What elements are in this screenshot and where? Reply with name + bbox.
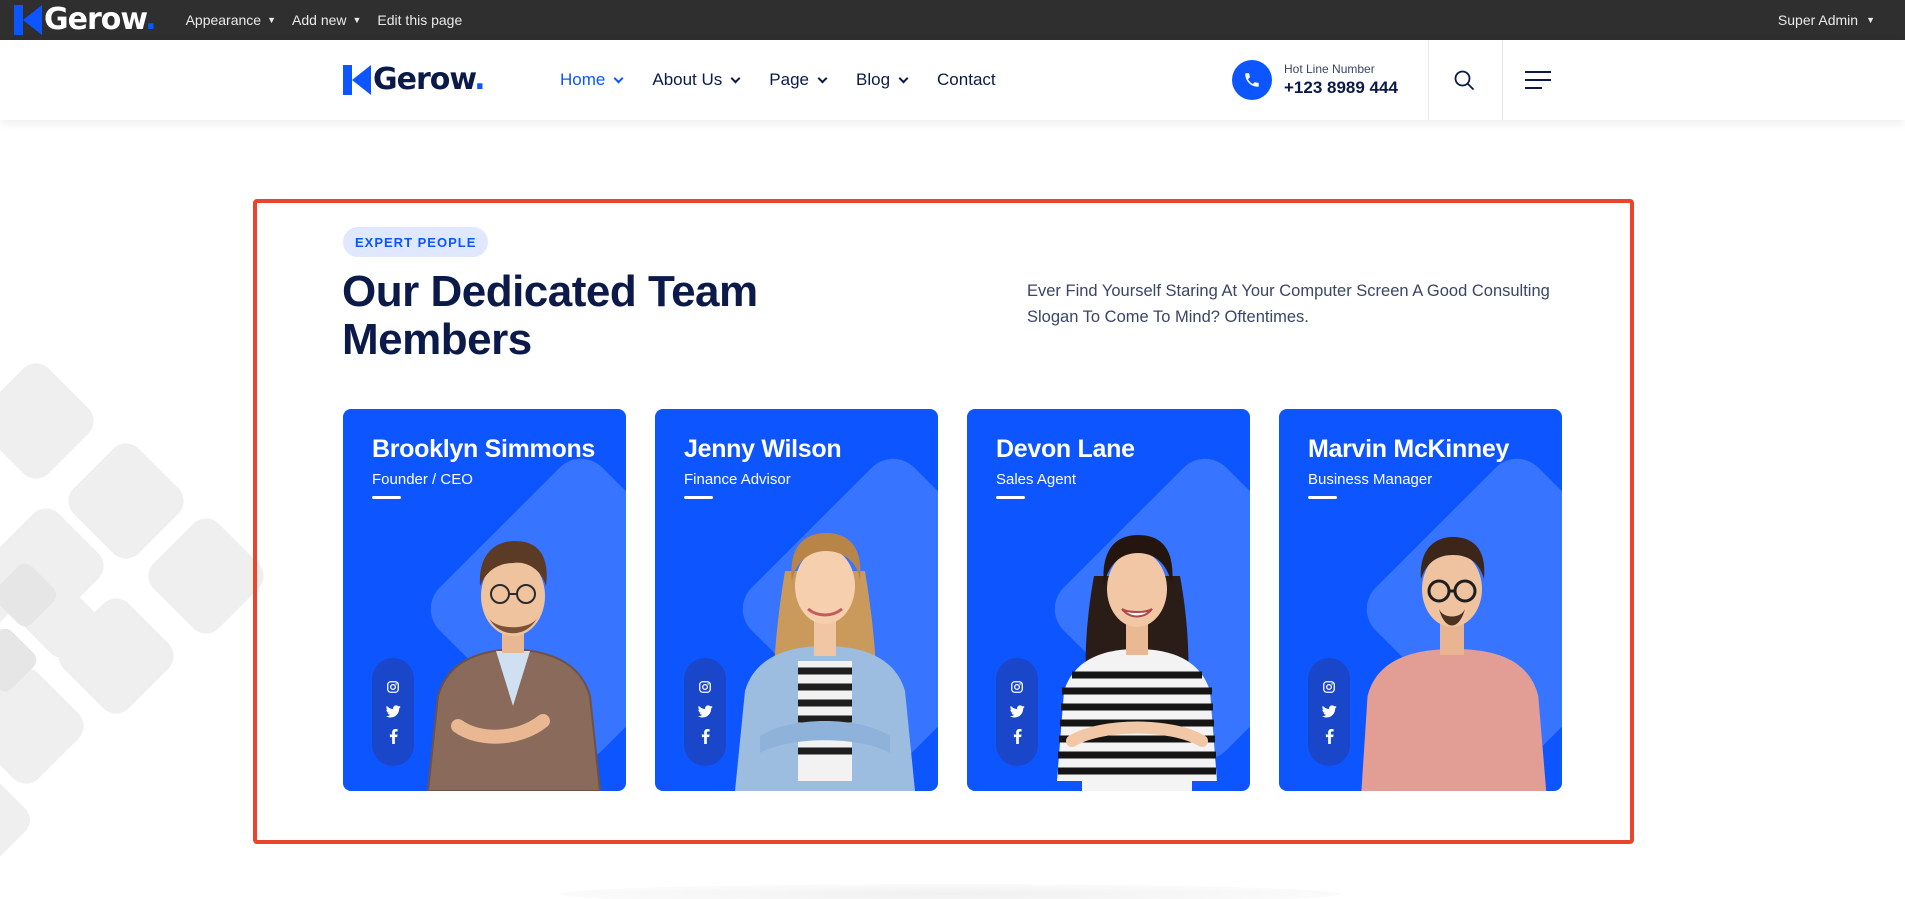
team-card[interactable]: Brooklyn Simmons Founder / CEO: [343, 409, 626, 791]
nav-item-label: Contact: [937, 70, 996, 89]
caret-down-icon: ▼: [1866, 15, 1875, 25]
admin-bar-logo[interactable]: Gerow.: [14, 0, 157, 40]
facebook-icon[interactable]: [1013, 729, 1022, 744]
admin-menu-edit-page[interactable]: Edit this page: [377, 12, 462, 28]
divider-line: [996, 496, 1025, 499]
team-card[interactable]: Marvin McKinney Business Manager: [1279, 409, 1562, 791]
nav-item-home[interactable]: Home: [560, 70, 624, 90]
hotline-label: Hot Line Number: [1284, 62, 1375, 76]
member-role: Finance Advisor: [684, 471, 791, 488]
offcanvas-menu-button[interactable]: [1525, 69, 1553, 91]
team-card[interactable]: Jenny Wilson Finance Advisor: [655, 409, 938, 791]
admin-user-menu[interactable]: Super Admin ▼: [1778, 0, 1875, 40]
hamburger-icon: [1525, 71, 1551, 73]
nav-item-label: About Us: [652, 70, 723, 89]
site-logo-text: Gerow: [373, 62, 475, 97]
twitter-icon[interactable]: [1321, 705, 1337, 718]
facebook-icon[interactable]: [389, 729, 398, 744]
twitter-icon[interactable]: [385, 705, 401, 718]
team-card[interactable]: Devon Lane Sales Agent: [967, 409, 1250, 791]
section-lead: Ever Find Yourself Staring At Your Compu…: [1027, 282, 1550, 326]
site-header: Gerow. Home About Us Page Blog Contact H…: [0, 40, 1905, 120]
divider-line: [684, 496, 713, 499]
nav-item-contact[interactable]: Contact: [937, 70, 996, 90]
instagram-icon[interactable]: [1010, 680, 1024, 694]
site-logo-dot: .: [474, 62, 485, 97]
member-name: Marvin McKinney: [1308, 435, 1510, 463]
social-links: [372, 658, 414, 766]
phone-icon: [1232, 60, 1272, 100]
nav-item-page[interactable]: Page: [769, 70, 828, 90]
logo-mark-icon: [14, 5, 42, 35]
instagram-icon[interactable]: [386, 680, 400, 694]
site-logo[interactable]: Gerow.: [343, 62, 486, 97]
nav-item-about-us[interactable]: About Us: [652, 70, 741, 90]
nav-item-label: Home: [560, 70, 606, 89]
member-name: Jenny Wilson: [684, 435, 842, 463]
admin-logo-text: Gerow: [44, 2, 146, 37]
admin-menu-appearance[interactable]: Appearance ▼: [186, 12, 276, 28]
hotline[interactable]: Hot Line Number +123 8989 444: [1232, 60, 1398, 100]
hotline-number: +123 8989 444: [1284, 78, 1398, 97]
instagram-icon[interactable]: [1322, 680, 1336, 694]
member-name: Brooklyn Simmons: [372, 435, 596, 463]
caret-down-icon: ▼: [267, 15, 277, 25]
admin-user-label: Super Admin: [1777, 12, 1859, 28]
member-role: Founder / CEO: [372, 471, 473, 488]
nav-item-label: Blog: [856, 70, 891, 89]
main-nav: Home About Us Page Blog Contact: [560, 40, 1026, 120]
member-photo: [426, 541, 602, 791]
social-links: [996, 658, 1038, 766]
nav-item-label: Page: [769, 70, 809, 89]
section-badge: EXPERT PEOPLE: [343, 227, 489, 257]
facebook-icon[interactable]: [701, 729, 710, 744]
admin-menu-label: Edit this page: [377, 12, 463, 28]
admin-logo-dot: .: [145, 2, 156, 37]
admin-menu-label: Add new: [292, 12, 347, 28]
chevron-down-icon: [613, 73, 624, 83]
search-icon: [1454, 70, 1474, 90]
admin-bar-menu: Appearance ▼ Add new ▼ Edit this page: [186, 12, 479, 28]
search-button[interactable]: [1452, 68, 1476, 92]
header-divider: [1502, 40, 1503, 120]
member-name: Devon Lane: [996, 435, 1135, 463]
divider-line: [372, 496, 401, 499]
social-links: [684, 658, 726, 766]
twitter-icon[interactable]: [697, 705, 713, 718]
social-links: [1308, 658, 1350, 766]
logo-mark-icon: [343, 65, 371, 95]
background-decoration: [0, 363, 264, 870]
member-photo: [735, 533, 915, 791]
instagram-icon[interactable]: [698, 680, 712, 694]
member-photo: [1057, 535, 1217, 791]
section-title: Our Dedicated Team Members: [342, 267, 758, 364]
caret-down-icon: ▼: [352, 15, 362, 25]
facebook-icon[interactable]: [1325, 729, 1334, 744]
member-photo: [1361, 537, 1547, 791]
admin-bar: Gerow. Appearance ▼ Add new ▼ Edit this …: [0, 0, 1905, 40]
member-role: Business Manager: [1308, 471, 1433, 488]
chevron-down-icon: [817, 73, 828, 83]
divider-line: [1308, 496, 1337, 499]
chevron-down-icon: [730, 73, 741, 83]
twitter-icon[interactable]: [1009, 705, 1025, 718]
admin-menu-add-new[interactable]: Add new ▼: [292, 12, 361, 28]
next-section-shadow: [560, 884, 1340, 899]
chevron-down-icon: [898, 73, 909, 83]
header-divider: [1428, 40, 1429, 120]
nav-item-blog[interactable]: Blog: [856, 70, 909, 90]
admin-menu-label: Appearance: [185, 12, 262, 28]
member-role: Sales Agent: [996, 471, 1077, 488]
